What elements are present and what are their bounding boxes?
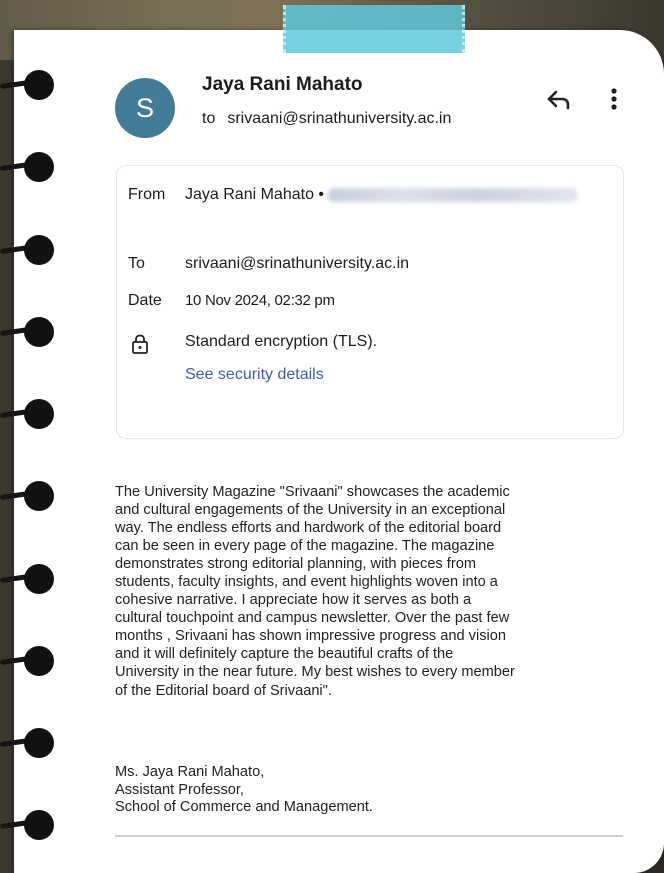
spiral-ring bbox=[0, 808, 54, 844]
signature-line: Assistant Professor, bbox=[115, 781, 244, 798]
body-line: and it will definitely capture the beaut… bbox=[115, 646, 454, 663]
divider bbox=[115, 835, 623, 837]
body-line: and cultural engagements of the Universi… bbox=[115, 502, 506, 519]
signature-line: School of Commerce and Management. bbox=[115, 799, 373, 815]
encryption-status: Standard encryption (TLS). bbox=[185, 333, 378, 350]
spiral-ring bbox=[0, 644, 54, 680]
redacted-email bbox=[328, 187, 579, 202]
spiral-ring bbox=[0, 150, 54, 186]
signature-block: Ms. Jaya Rani Mahato, Assistant Professo… bbox=[115, 764, 625, 817]
from-name: Jaya Rani Mahato • bbox=[185, 186, 325, 203]
to-label: to bbox=[202, 110, 216, 127]
signature-line: Ms. Jaya Rani Mahato, bbox=[115, 764, 265, 780]
sender-name: Jaya Rani Mahato bbox=[202, 74, 363, 95]
from-value: Jaya Rani Mahato • bbox=[185, 186, 579, 204]
more-vert-icon[interactable] bbox=[604, 86, 624, 112]
from-label: From bbox=[128, 186, 166, 203]
to-detail-value: srivaani@srinathuniversity.ac.in bbox=[185, 255, 410, 272]
avatar-initial: S bbox=[135, 92, 154, 123]
reply-icon[interactable] bbox=[544, 86, 574, 112]
lock-icon bbox=[131, 334, 149, 354]
body-line: demonstrates strong editorial planning, … bbox=[115, 556, 476, 573]
notebook-page bbox=[14, 30, 664, 873]
to-detail-label: To bbox=[128, 255, 145, 272]
recipient-address: srivaani@srinathuniversity.ac.in bbox=[227, 110, 452, 127]
spiral-ring bbox=[0, 397, 54, 433]
body-line: can be seen in every page of the magazin… bbox=[115, 538, 495, 555]
sender-avatar[interactable]: S bbox=[115, 78, 175, 138]
recipient-line[interactable]: to srivaani@srinathuniversity.ac.in bbox=[202, 110, 451, 128]
message-body: The University Magazine "Srivaani" showc… bbox=[115, 483, 625, 700]
security-details-link[interactable]: See security details bbox=[185, 366, 324, 384]
spiral-ring bbox=[0, 68, 54, 104]
body-line: cultural touchpoint and campus newslette… bbox=[115, 610, 510, 627]
spiral-ring bbox=[0, 479, 54, 515]
body-line: The University Magazine "Srivaani" showc… bbox=[115, 484, 510, 500]
date-value: 10 Nov 2024, 02:32 pm bbox=[185, 292, 335, 309]
date-label: Date bbox=[128, 292, 162, 309]
spiral-ring bbox=[0, 562, 54, 598]
body-line: months , Srivaani has shown impressive p… bbox=[115, 628, 506, 645]
body-line: of the Editorial board of Srivaani". bbox=[115, 682, 332, 699]
body-line: way. The endless efforts and hardwork of… bbox=[115, 520, 502, 537]
spiral-ring bbox=[0, 233, 54, 269]
spiral-ring bbox=[0, 726, 54, 762]
body-line: students, faculty insights, and event hi… bbox=[115, 574, 498, 591]
washi-tape bbox=[283, 5, 465, 53]
spiral-ring bbox=[0, 315, 54, 351]
body-line: cohesive narrative. I appreciate how it … bbox=[115, 592, 472, 609]
body-line: University in the near future. My best w… bbox=[115, 664, 515, 681]
